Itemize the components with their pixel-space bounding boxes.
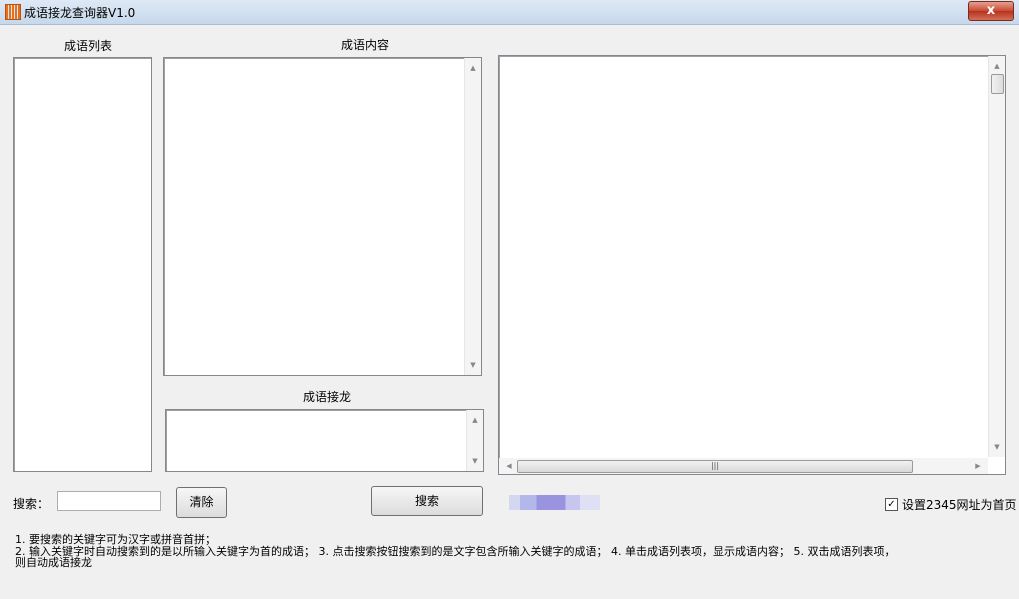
search-input[interactable] <box>57 491 161 511</box>
close-icon: x <box>986 3 996 18</box>
scroll-up-arrow-icon[interactable]: ▲ <box>467 412 483 428</box>
scroll-up-arrow-icon[interactable]: ▲ <box>465 60 481 76</box>
close-button[interactable]: x <box>968 1 1014 21</box>
title-bar: 成语接龙查询器V1.0 x <box>0 0 1019 25</box>
scroll-left-arrow-icon[interactable]: ◀ <box>501 458 517 474</box>
clear-button[interactable]: 清除 <box>176 487 227 518</box>
idiom-list[interactable] <box>13 57 152 472</box>
scroll-right-arrow-icon[interactable]: ▶ <box>970 458 986 474</box>
window-title: 成语接龙查询器V1.0 <box>24 6 136 20</box>
idiom-content-label: 成语内容 <box>341 38 390 52</box>
scroll-thumb[interactable] <box>991 74 1004 94</box>
help-line-2: 2. 输入关键字时自动搜索到的是以所输入关键字为首的成语； 3. 点击搜索按钮搜… <box>15 545 896 558</box>
search-button[interactable]: 搜索 <box>371 486 483 516</box>
homepage-checkbox-label: 设置2345网址为首页 <box>902 498 1017 512</box>
web-browser-panel[interactable]: ▲ ▼ ◀ ||| ▶ <box>498 55 1006 475</box>
idiom-chain-textarea[interactable]: ▲ ▼ <box>165 409 484 472</box>
browser-vertical-scrollbar[interactable]: ▲ ▼ <box>988 56 1005 457</box>
horizontal-scroll-thumb[interactable]: ||| <box>517 460 913 473</box>
idiom-content-textarea[interactable]: ▲ ▼ <box>163 57 482 376</box>
idiom-list-label: 成语列表 <box>64 39 113 53</box>
chain-vertical-scrollbar[interactable]: ▲ ▼ <box>466 410 483 471</box>
idiom-chain-label: 成语接龙 <box>303 390 352 404</box>
scroll-up-arrow-icon[interactable]: ▲ <box>989 58 1005 74</box>
scroll-down-arrow-icon[interactable]: ▼ <box>467 453 483 469</box>
browser-horizontal-scrollbar[interactable]: ◀ ||| ▶ <box>499 458 988 474</box>
search-label: 搜索： <box>13 497 50 511</box>
scroll-down-arrow-icon[interactable]: ▼ <box>465 357 481 373</box>
app-icon <box>5 4 21 20</box>
help-line-3: 则自动成语接龙 <box>15 556 92 569</box>
homepage-checkbox[interactable]: ✓ <box>885 498 898 511</box>
blurred-link-image <box>509 495 600 510</box>
scroll-down-arrow-icon[interactable]: ▼ <box>989 439 1005 455</box>
content-vertical-scrollbar[interactable]: ▲ ▼ <box>464 58 481 375</box>
